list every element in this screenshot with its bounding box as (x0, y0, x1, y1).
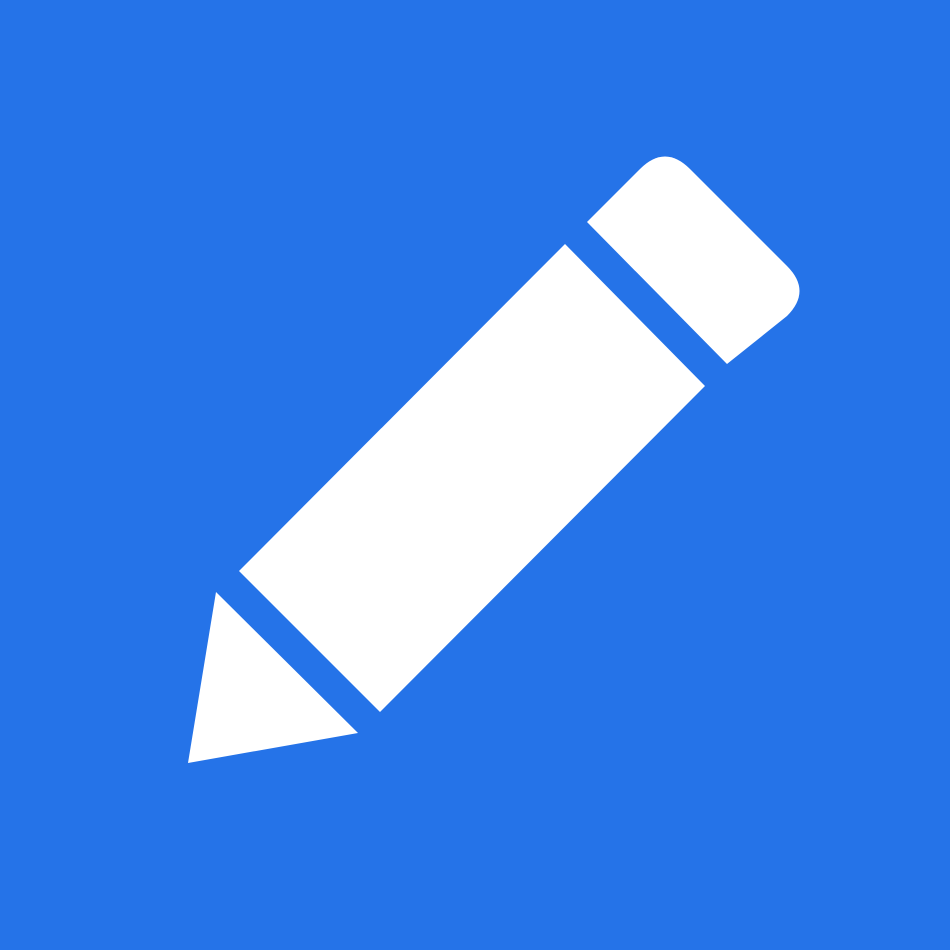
app-icon-tile (0, 0, 950, 950)
pencil-icon (0, 0, 950, 950)
